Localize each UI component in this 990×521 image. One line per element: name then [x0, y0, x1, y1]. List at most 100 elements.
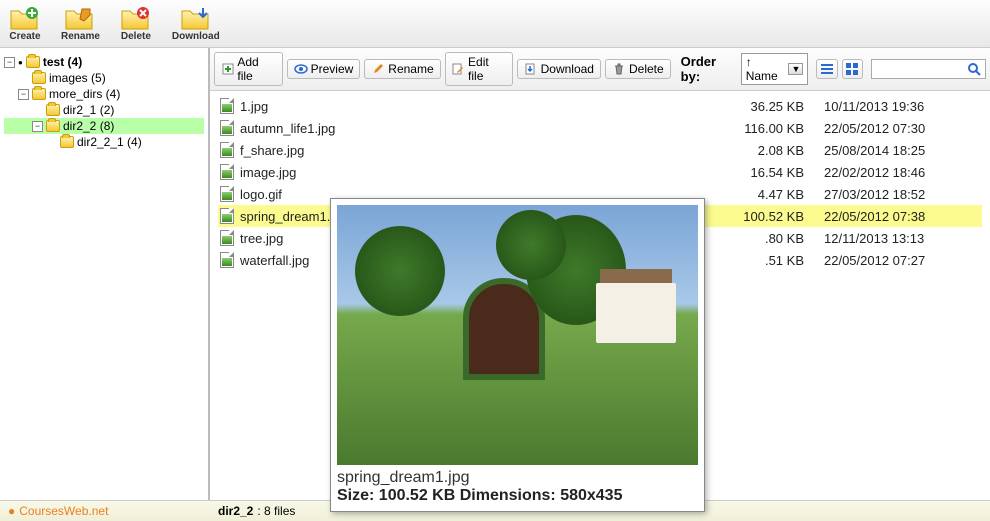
- file-name: f_share.jpg: [240, 143, 698, 158]
- preview-info: Size: 100.52 KB Dimensions: 580x435: [337, 487, 698, 505]
- bullet-icon: ●: [18, 58, 23, 67]
- folder-x-icon: [120, 5, 152, 31]
- tree-label: dir2_2 (8): [63, 119, 114, 133]
- search-input[interactable]: [871, 59, 986, 79]
- file-size: 116.00 KB: [704, 121, 804, 136]
- file-icon: [220, 164, 234, 180]
- file-size: 2.08 KB: [704, 143, 804, 158]
- tree-dir2-2-1[interactable]: dir2_2_1 (4): [4, 134, 204, 150]
- file-icon: [220, 142, 234, 158]
- order-by-value: ↑ Name: [746, 55, 785, 83]
- edit-icon: [452, 62, 465, 76]
- rename-button[interactable]: Rename: [54, 2, 107, 45]
- file-date: 22/05/2012 07:30: [810, 121, 980, 136]
- delete-button[interactable]: Delete: [113, 2, 159, 45]
- folder-icon: [46, 104, 60, 116]
- main-toolbar: Create Rename Delete Download: [0, 0, 990, 48]
- folder-icon: [32, 72, 46, 84]
- toolbar-label: Delete: [121, 31, 151, 42]
- file-date: 22/05/2012 07:38: [810, 209, 980, 224]
- action-label: Rename: [388, 62, 433, 76]
- download-file-button[interactable]: Download: [517, 59, 601, 79]
- action-label: Edit file: [468, 55, 506, 83]
- preview-filename: spring_dream1.jpg: [337, 469, 698, 487]
- folder-icon: [46, 120, 60, 132]
- folder-plus-icon: [9, 5, 41, 31]
- file-size: .80 KB: [704, 231, 804, 246]
- expand-toggle[interactable]: −: [18, 89, 29, 100]
- toolbar-label: Rename: [61, 31, 100, 42]
- file-row[interactable]: autumn_life1.jpg 116.00 KB 22/05/2012 07:3…: [218, 117, 982, 139]
- tree-label: dir2_1 (2): [63, 103, 114, 117]
- tree-root[interactable]: −● test (4): [4, 54, 204, 70]
- rename-file-button[interactable]: Rename: [364, 59, 440, 79]
- folder-icon: [60, 136, 74, 148]
- file-date: 22/05/2012 07:27: [810, 253, 980, 268]
- plus-icon: [221, 62, 234, 76]
- tree-label: dir2_2_1 (4): [77, 135, 142, 149]
- tree-more-dirs[interactable]: − more_dirs (4): [4, 86, 204, 102]
- expand-toggle[interactable]: −: [4, 57, 15, 68]
- folder-down-icon: [180, 5, 212, 31]
- tree-label: more_dirs (4): [49, 87, 120, 101]
- dropdown-icon: ▼: [788, 63, 803, 75]
- preview-tooltip: spring_dream1.jpg Size: 100.52 KB Dimens…: [330, 198, 705, 512]
- folder-icon: [32, 88, 46, 100]
- expand-toggle[interactable]: −: [32, 121, 43, 132]
- status-site[interactable]: CoursesWeb.net: [19, 504, 108, 518]
- file-name: image.jpg: [240, 165, 698, 180]
- file-date: 22/02/2012 18:46: [810, 165, 980, 180]
- view-grid-button[interactable]: [842, 59, 863, 79]
- toolbar-label: Create: [9, 31, 40, 42]
- add-file-button[interactable]: Add file: [214, 52, 283, 86]
- bullet-icon: ●: [8, 504, 15, 518]
- toolbar-label: Download: [172, 31, 220, 42]
- eye-icon: [294, 62, 308, 76]
- file-icon: [220, 98, 234, 114]
- file-row[interactable]: f_share.jpg 2.08 KB 25/08/2014 18:25: [218, 139, 982, 161]
- action-label: Delete: [629, 62, 664, 76]
- file-size: .51 KB: [704, 253, 804, 268]
- trash-icon: [612, 62, 626, 76]
- order-by-select[interactable]: ↑ Name ▼: [741, 53, 809, 85]
- pencil-icon: [371, 62, 385, 76]
- file-size: 36.25 KB: [704, 99, 804, 114]
- file-row[interactable]: image.jpg 16.54 KB 22/02/2012 18:46: [218, 161, 982, 183]
- tree-dir2-1[interactable]: dir2_1 (2): [4, 102, 204, 118]
- folder-icon: [26, 56, 40, 68]
- file-icon: [220, 208, 234, 224]
- file-icon: [220, 230, 234, 246]
- file-icon: [220, 120, 234, 136]
- file-date: 27/03/2012 18:52: [810, 187, 980, 202]
- file-name: autumn_life1.jpg: [240, 121, 698, 136]
- folder-tree: −●test (4)images (5)−more_dirs (4)dir2_1…: [0, 48, 210, 500]
- file-name: 1.jpg: [240, 99, 698, 114]
- tree-dir2-2[interactable]: − dir2_2 (8): [4, 118, 204, 134]
- file-icon: [220, 186, 234, 202]
- tree-images[interactable]: images (5): [4, 70, 204, 86]
- order-by-label: Order by:: [681, 54, 737, 84]
- search-icon: [967, 62, 981, 76]
- preview-image: [337, 205, 698, 465]
- tree-label: images (5): [49, 71, 106, 85]
- folder-pencil-icon: [64, 5, 96, 31]
- file-date: 12/11/2013 13:13: [810, 231, 980, 246]
- file-size: 100.52 KB: [704, 209, 804, 224]
- tree-label: test (4): [43, 55, 82, 69]
- edit-file-button[interactable]: Edit file: [445, 52, 513, 86]
- download-button[interactable]: Download: [165, 2, 227, 45]
- file-row[interactable]: 1.jpg 36.25 KB 10/11/2013 19:36: [218, 95, 982, 117]
- action-bar: Add file Preview Rename Edit file Download De…: [210, 48, 990, 91]
- status-count: : 8 files: [257, 504, 295, 518]
- view-list-button[interactable]: [816, 59, 837, 79]
- file-size: 16.54 KB: [704, 165, 804, 180]
- preview-button[interactable]: Preview: [287, 59, 361, 79]
- action-label: Download: [541, 62, 594, 76]
- file-date: 10/11/2013 19:36: [810, 99, 980, 114]
- create-button[interactable]: Create: [2, 2, 48, 45]
- file-icon: [220, 252, 234, 268]
- action-label: Preview: [311, 62, 354, 76]
- file-size: 4.47 KB: [704, 187, 804, 202]
- delete-file-button[interactable]: Delete: [605, 59, 671, 79]
- file-date: 25/08/2014 18:25: [810, 143, 980, 158]
